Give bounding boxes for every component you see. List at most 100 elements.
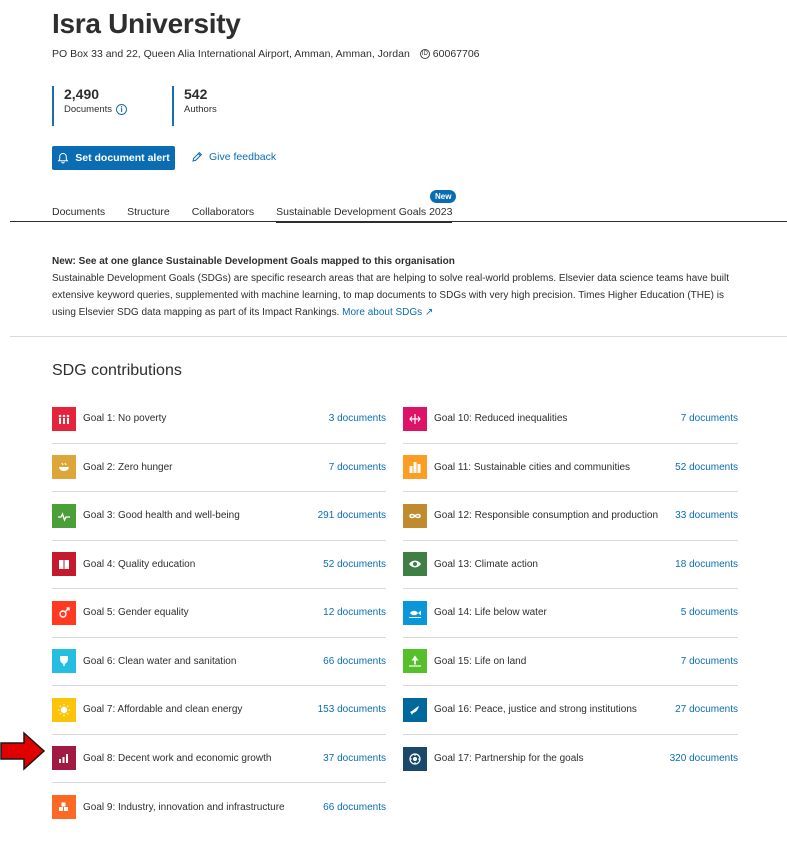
sdg-goal-label: Goal 16: Peace, justice and strong insti… (434, 704, 637, 716)
sdg-goal-row: Goal 12: Responsible consumption and pro… (403, 492, 738, 541)
sdg-goal-documents-link[interactable]: 27 documents (675, 704, 738, 715)
dove-icon (403, 697, 427, 722)
bowl-icon (52, 455, 76, 480)
external-link-icon: ↗ (424, 307, 434, 318)
sdg-goal-row: Goal 3: Good health and well-being 291 do… (52, 492, 386, 541)
sdg-goal-documents-link[interactable]: 12 documents (323, 607, 386, 618)
metrics: 2,490 Documents i 542 Authors (52, 86, 292, 126)
sdg-list-right: Goal 10: Reduced inequalities 7 documents… (403, 395, 738, 783)
sdg-goal-row: Goal 10: Reduced inequalities 7 documents (403, 395, 738, 444)
documents-count: 2,490 (64, 86, 100, 102)
sdg-goal-row: Goal 16: Peace, justice and strong insti… (403, 686, 738, 735)
documents-label-row: Documents i (64, 104, 172, 115)
new-badge: New (430, 190, 457, 203)
sun-icon (52, 697, 76, 722)
id-icon: ID (419, 49, 430, 59)
cubes-icon (52, 795, 76, 820)
tabs-divider (10, 221, 787, 222)
equality-icon (403, 406, 427, 431)
sdg-goal-documents-link[interactable]: 7 documents (329, 462, 386, 473)
sdg-goal-row: Goal 15: Life on land 7 documents (403, 638, 738, 686)
sdg-goal-documents-link[interactable]: 320 documents (670, 753, 738, 764)
authors-metric[interactable]: 542 Authors (172, 86, 292, 126)
give-feedback-label: Give feedback (209, 151, 277, 163)
sdg-goal-documents-link[interactable]: 52 documents (323, 559, 386, 570)
sdg-goal-documents-link[interactable]: 18 documents (675, 559, 738, 570)
sdg-goal-documents-link[interactable]: 3 documents (329, 413, 386, 424)
sdg-goal-label: Goal 2: Zero hunger (83, 461, 173, 473)
sdg-goal-row: Goal 9: Industry, innovation and infrast… (52, 783, 386, 832)
sdg-goal-documents-link[interactable]: 7 documents (681, 656, 738, 667)
pencil-icon (192, 151, 203, 162)
book-icon (52, 552, 76, 577)
tab-sustainable-development-goals[interactable]: Sustainable Development Goals 2023 (276, 200, 453, 223)
sdg-goal-label: Goal 10: Reduced inequalities (434, 413, 568, 425)
org-address-line: PO Box 33 and 22, Queen Alia Internation… (52, 48, 480, 60)
documents-label: Documents (64, 104, 113, 115)
documents-metric[interactable]: 2,490 Documents i (52, 86, 172, 126)
tab-structure[interactable]: Structure (127, 200, 170, 223)
notice-heading: New: See at one glance Sustainable Devel… (52, 256, 455, 267)
sdg-section-title: SDG contributions (52, 362, 182, 379)
sdg-goal-row: Goal 7: Affordable and clean energy 153 d… (52, 686, 386, 735)
sdg-goal-row: Goal 17: Partnership for the goals 320 do… (403, 735, 738, 784)
sdg-goal-documents-link[interactable]: 291 documents (318, 510, 386, 521)
sdg-goal-documents-link[interactable]: 33 documents (675, 510, 738, 521)
sdg-goal-label: Goal 4: Quality education (83, 558, 196, 570)
partnership-icon (403, 746, 427, 771)
sdg-notice: New: See at one glance Sustainable Devel… (52, 253, 742, 321)
sdg-goal-label: Goal 5: Gender equality (83, 607, 189, 619)
sdg-goal-documents-link[interactable]: 66 documents (323, 802, 386, 813)
sdg-goal-label: Goal 8: Decent work and economic growth (83, 752, 272, 764)
infinity-icon (403, 503, 427, 528)
sdg-goal-label: Goal 6: Clean water and sanitation (83, 655, 237, 667)
info-icon[interactable]: i (116, 104, 128, 115)
sdg-goal-label: Goal 15: Life on land (434, 655, 527, 667)
city-icon (403, 455, 427, 480)
sdg-goal-row: Goal 4: Quality education 52 documents (52, 541, 386, 589)
sdg-goal-row: Goal 6: Clean water and sanitation 66 doc… (52, 638, 386, 686)
sdg-goal-documents-link[interactable]: 66 documents (323, 656, 386, 667)
more-about-sdgs-label: More about SDGs (342, 307, 423, 318)
org-id-value: 60067706 (432, 48, 480, 60)
red-arrow-annotation (0, 731, 46, 771)
set-document-alert-button[interactable]: Set document alert (52, 146, 175, 170)
gender-icon (52, 600, 76, 625)
sdg-goal-row: Goal 14: Life below water 5 documents (403, 589, 738, 638)
sdg-goal-label: Goal 12: Responsible consumption and pro… (434, 510, 659, 522)
sdg-goal-row: Goal 8: Decent work and economic growth 3… (52, 735, 386, 783)
fish-icon (403, 600, 427, 625)
page-title: Isra University (52, 8, 241, 39)
sdg-goal-label: Goal 1: No poverty (83, 413, 167, 425)
sdg-goal-label: Goal 3: Good health and well-being (83, 510, 240, 522)
tree-icon (403, 649, 427, 674)
org-id: ID 60067706 (419, 48, 480, 60)
sdg-goal-row: Goal 11: Sustainable cities and communit… (403, 444, 738, 492)
sdg-goal-label: Goal 7: Affordable and clean energy (83, 704, 243, 716)
eye-icon (403, 552, 427, 577)
sdg-goal-row: Goal 2: Zero hunger 7 documents (52, 444, 386, 492)
tab-documents[interactable]: Documents (52, 200, 105, 223)
sdg-goal-documents-link[interactable]: 5 documents (681, 607, 738, 618)
sdg-goal-row: Goal 1: No poverty 3 documents (52, 395, 386, 444)
sdg-goal-documents-link[interactable]: 37 documents (323, 753, 386, 764)
sdg-goal-documents-link[interactable]: 7 documents (681, 413, 738, 424)
tab-bar: Documents Structure Collaborators Sustai… (52, 200, 474, 223)
bell-icon (57, 152, 69, 164)
sdg-goal-label: Goal 9: Industry, innovation and infrast… (83, 801, 285, 813)
sdg-list-left: Goal 1: No poverty 3 documents Goal 2: Zer… (52, 395, 386, 832)
give-feedback-link[interactable]: Give feedback (191, 151, 276, 163)
sdg-goal-label: Goal 17: Partnership for the goals (434, 753, 584, 765)
heartbeat-icon (52, 503, 76, 528)
authors-label: Authors (184, 104, 217, 115)
tab-collaborators[interactable]: Collaborators (192, 200, 254, 223)
water-icon (52, 649, 76, 674)
sdg-goal-documents-link[interactable]: 52 documents (675, 462, 738, 473)
sdg-goal-row: Goal 5: Gender equality 12 documents (52, 589, 386, 638)
authors-count: 542 (184, 86, 208, 102)
growth-icon (52, 746, 76, 771)
more-about-sdgs-link[interactable]: More about SDGs ↗ (342, 307, 433, 318)
sdg-goal-label: Goal 13: Climate action (434, 558, 538, 570)
sdg-goal-row: Goal 13: Climate action 18 documents (403, 541, 738, 589)
sdg-goal-documents-link[interactable]: 153 documents (318, 704, 386, 715)
